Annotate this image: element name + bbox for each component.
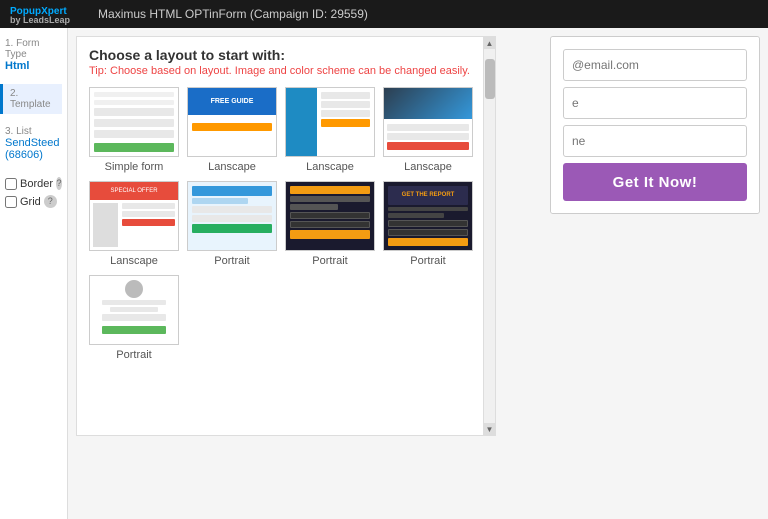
- layout-panel: Choose a layout to start with: Tip: Choo…: [76, 36, 496, 436]
- template-thumb-port3[interactable]: GET THE REPORT: [383, 181, 473, 251]
- step1-num: 1. Form Type: [5, 38, 62, 60]
- template-thumb-simple[interactable]: [89, 87, 179, 157]
- border-help-icon[interactable]: ?: [56, 177, 62, 190]
- preview-phone-input[interactable]: [563, 125, 747, 157]
- scroll-thumb[interactable]: [485, 59, 495, 99]
- template-simple-form[interactable]: Simple form: [89, 87, 179, 173]
- step3-label: SendSteed: [5, 137, 62, 149]
- border-label: Border: [20, 178, 53, 190]
- template-thumb-land4[interactable]: SPECIAL OFFER: [89, 181, 179, 251]
- step3-sub: (68606): [5, 149, 62, 161]
- template-portrait-4[interactable]: Portrait: [89, 275, 179, 361]
- layout-heading: Choose a layout to start with:: [89, 47, 483, 63]
- template-label-5: Portrait: [187, 255, 277, 267]
- sidebar: 1. Form Type Html 2. Template 3. List Se…: [0, 28, 68, 519]
- border-checkbox[interactable]: [5, 178, 17, 190]
- template-label-2: Lanscape: [285, 161, 375, 173]
- template-label-0: Simple form: [89, 161, 179, 173]
- preview-form: Get It Now!: [551, 37, 759, 213]
- templates-grid: Simple form FREE GUIDE: [77, 81, 485, 367]
- tip-prefix: Tip:: [89, 65, 110, 77]
- sidebar-step2: 2. Template: [0, 84, 62, 114]
- content-area: Choose a layout to start with: Tip: Choo…: [68, 28, 768, 519]
- sidebar-step1: 1. Form Type Html: [5, 38, 62, 72]
- brand-sub: by LeadsLeap: [10, 15, 70, 25]
- scroll-down-arrow[interactable]: ▼: [484, 423, 495, 435]
- template-thumb-land2[interactable]: [285, 87, 375, 157]
- grid-checkbox[interactable]: [5, 196, 17, 208]
- template-thumb-land3[interactable]: [383, 87, 473, 157]
- preview-email-input[interactable]: [563, 49, 747, 81]
- template-landscape-4[interactable]: SPECIAL OFFER Lanscape: [89, 181, 179, 267]
- grid-label: Grid: [20, 196, 41, 208]
- template-portrait-1[interactable]: Portrait: [187, 181, 277, 267]
- template-landscape-2[interactable]: Lanscape: [285, 87, 375, 173]
- template-portrait-2[interactable]: Portrait: [285, 181, 375, 267]
- top-bar: PopupXpert by LeadsLeap Maximus HTML OPT…: [0, 0, 768, 28]
- layout-panel-header: Choose a layout to start with: Tip: Choo…: [77, 37, 495, 81]
- template-thumb-port2[interactable]: [285, 181, 375, 251]
- preview-panel: Get It Now!: [550, 36, 760, 214]
- border-checkbox-row[interactable]: Border ?: [5, 177, 62, 190]
- avatar-thumb: [125, 280, 143, 298]
- template-thumb-port4[interactable]: [89, 275, 179, 345]
- brand-logo: PopupXpert by LeadsLeap: [10, 3, 70, 25]
- sidebar-step3: 3. List SendSteed (68606): [5, 126, 62, 161]
- main-layout: 1. Form Type Html 2. Template 3. List Se…: [0, 28, 768, 519]
- template-thumb-land1[interactable]: FREE GUIDE: [187, 87, 277, 157]
- template-label-4: Lanscape: [89, 255, 179, 267]
- template-label-3: Lanscape: [383, 161, 473, 173]
- tip-highlight: Choose based on layout.: [110, 65, 232, 77]
- template-label-1: Lanscape: [187, 161, 277, 173]
- step1-label: Html: [5, 60, 62, 72]
- preview-name-input[interactable]: [563, 87, 747, 119]
- template-label-7: Portrait: [383, 255, 473, 267]
- scroll-up-arrow[interactable]: ▲: [484, 37, 495, 49]
- layout-tip: Tip: Choose based on layout. Image and c…: [89, 65, 483, 77]
- grid-checkbox-row[interactable]: Grid ?: [5, 195, 62, 208]
- step3-num: 3. List: [5, 126, 62, 137]
- layout-scrollbar[interactable]: ▲ ▼: [483, 37, 495, 435]
- template-portrait-3[interactable]: GET THE REPORT Portrait: [383, 181, 473, 267]
- preview-submit-button[interactable]: Get It Now!: [563, 163, 747, 201]
- template-label-6: Portrait: [285, 255, 375, 267]
- grid-help-icon[interactable]: ?: [44, 195, 57, 208]
- template-label-8: Portrait: [89, 349, 179, 361]
- tip-suffix: Image and color scheme can be changed ea…: [232, 65, 470, 77]
- template-landscape-1[interactable]: FREE GUIDE Lanscape: [187, 87, 277, 173]
- template-landscape-3[interactable]: Lanscape: [383, 87, 473, 173]
- step2-num: 2. Template: [10, 88, 60, 110]
- campaign-title: Maximus HTML OPTinForm (Campaign ID: 295…: [98, 7, 368, 21]
- template-thumb-port1[interactable]: [187, 181, 277, 251]
